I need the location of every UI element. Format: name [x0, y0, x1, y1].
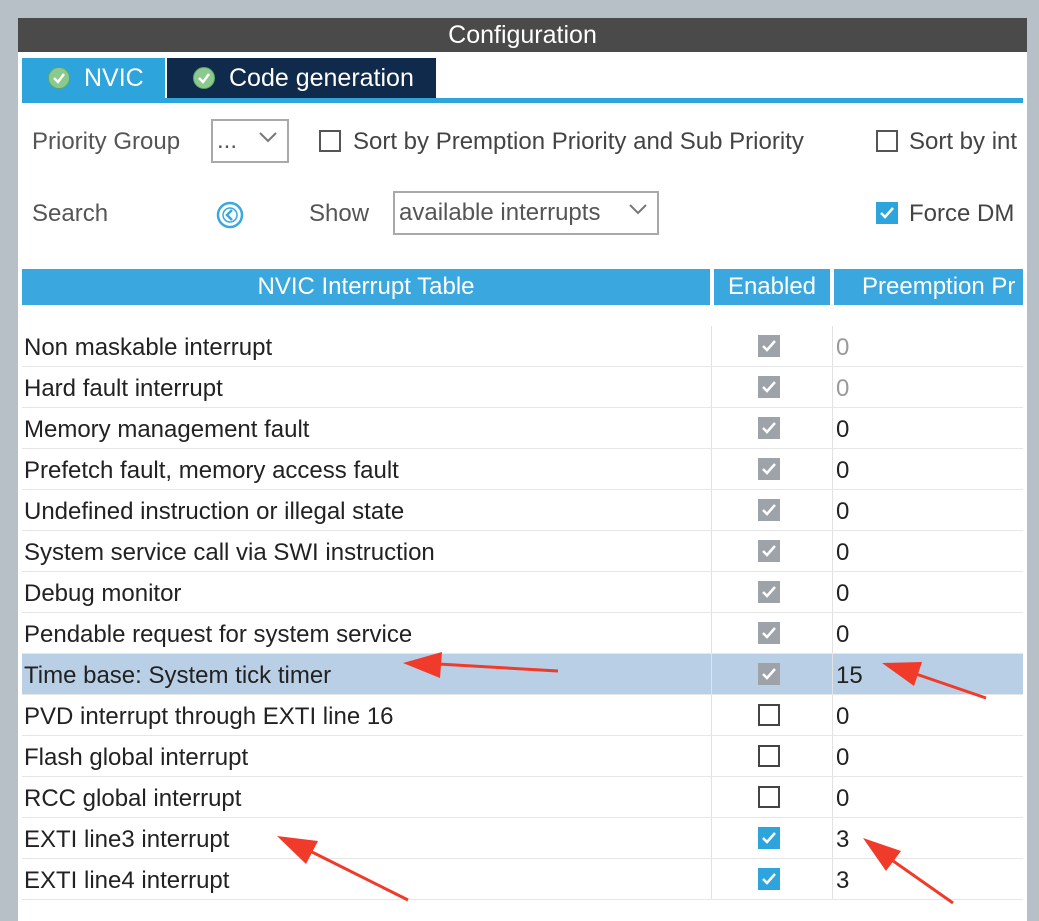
- enabled-checkbox: [758, 622, 780, 644]
- priority-group-label: Priority Group: [32, 128, 181, 155]
- priority-group-dropdown[interactable]: ...: [211, 119, 289, 163]
- interrupt-name: EXTI line3 interrupt: [24, 826, 230, 853]
- enabled-checkbox: [758, 376, 780, 398]
- check-circle-icon: [48, 67, 70, 89]
- preemption-priority-value[interactable]: 0: [836, 457, 849, 485]
- priority-group-value: ...: [217, 127, 238, 154]
- enabled-checkbox[interactable]: [758, 704, 780, 726]
- enabled-checkbox[interactable]: [758, 868, 780, 890]
- sort-premption-checkbox[interactable]: [319, 130, 341, 152]
- table-row[interactable]: Prefetch fault, memory access fault 0: [22, 449, 1023, 490]
- table-row[interactable]: Hard fault interrupt 0: [22, 367, 1023, 408]
- preemption-priority-value[interactable]: 0: [836, 498, 849, 526]
- table-row[interactable]: EXTI line3 interrupt 3: [22, 818, 1023, 859]
- interrupt-name: System service call via SWI instruction: [24, 539, 435, 566]
- enabled-checkbox[interactable]: [758, 786, 780, 808]
- enabled-checkbox[interactable]: [758, 827, 780, 849]
- header-enabled[interactable]: Enabled: [714, 269, 830, 305]
- preemption-priority-value[interactable]: 0: [836, 621, 849, 649]
- show-value: available interrupts: [399, 199, 601, 226]
- search-back-icon[interactable]: [216, 201, 244, 229]
- table-row[interactable]: Undefined instruction or illegal state 0: [22, 490, 1023, 531]
- table-row[interactable]: System service call via SWI instruction 0: [22, 531, 1023, 572]
- enabled-checkbox: [758, 663, 780, 685]
- force-checkbox[interactable]: [876, 202, 898, 224]
- checkmark-icon: [880, 207, 894, 219]
- enabled-checkbox: [758, 417, 780, 439]
- sort-by-int-label: Sort by int: [909, 128, 1018, 155]
- interrupt-name: Non maskable interrupt: [24, 334, 273, 361]
- interrupt-table-body: Non maskable interrupt 0 Hard fault interr…: [22, 326, 1023, 900]
- search-label: Search: [32, 200, 109, 227]
- interrupt-name: RCC global interrupt: [24, 785, 242, 812]
- preemption-priority-value: 0: [836, 334, 850, 361]
- preemption-priority-value[interactable]: 0: [836, 744, 849, 772]
- interrupt-name: Undefined instruction or illegal state: [24, 498, 405, 525]
- checkmark-icon: [762, 545, 776, 557]
- tab-underline: [22, 98, 1023, 103]
- enabled-checkbox: [758, 581, 780, 603]
- show-label: Show: [309, 200, 370, 227]
- table-row[interactable]: RCC global interrupt 0: [22, 777, 1023, 818]
- preemption-priority-value[interactable]: 3: [836, 826, 849, 854]
- chevron-down-icon: [629, 204, 647, 215]
- checkmark-icon: [762, 463, 776, 475]
- enabled-checkbox: [758, 499, 780, 521]
- table-row[interactable]: Pendable request for system service 0: [22, 613, 1023, 654]
- preemption-priority-value: 0: [836, 375, 850, 402]
- interrupt-name: Memory management fault: [24, 416, 310, 443]
- header-preemption-priority[interactable]: Preemption Pr: [834, 269, 1023, 305]
- sort-premption-label: Sort by Premption Priority and Sub Prior…: [353, 128, 804, 155]
- enabled-checkbox: [758, 540, 780, 562]
- header-interrupt-table[interactable]: NVIC Interrupt Table: [22, 269, 710, 305]
- sort-by-int-checkbox[interactable]: [876, 130, 898, 152]
- table-row[interactable]: PVD interrupt through EXTI line 16 0: [22, 695, 1023, 736]
- preemption-priority-value[interactable]: 3: [836, 867, 849, 895]
- checkmark-icon: [762, 586, 776, 598]
- force-label: Force DM: [909, 200, 1015, 227]
- preemption-priority-value[interactable]: 0: [836, 580, 849, 608]
- enabled-checkbox: [758, 335, 780, 357]
- chevron-down-icon: [259, 132, 277, 143]
- interrupt-name: PVD interrupt through EXTI line 16: [24, 703, 394, 730]
- checkmark-icon: [762, 668, 776, 680]
- interrupt-name: Hard fault interrupt: [24, 375, 223, 402]
- interrupt-name: Debug monitor: [24, 580, 182, 607]
- panel-title: Configuration: [18, 18, 1027, 52]
- preemption-priority-value[interactable]: 0: [836, 416, 849, 444]
- tab-code-generation-label: Code generation: [229, 63, 414, 92]
- tab-nvic[interactable]: NVIC: [22, 58, 165, 98]
- check-circle-icon: [193, 67, 215, 89]
- preemption-priority-value[interactable]: 0: [836, 539, 849, 567]
- enabled-checkbox[interactable]: [758, 745, 780, 767]
- interrupt-name: Flash global interrupt: [24, 744, 249, 771]
- checkmark-icon: [762, 340, 776, 352]
- enabled-checkbox: [758, 458, 780, 480]
- interrupt-name: Pendable request for system service: [24, 621, 413, 648]
- tab-nvic-label: NVIC: [84, 63, 144, 92]
- checkmark-icon: [762, 627, 776, 639]
- checkmark-icon: [762, 381, 776, 393]
- table-row[interactable]: Flash global interrupt 0: [22, 736, 1023, 777]
- tab-code-generation[interactable]: Code generation: [167, 58, 436, 98]
- checkmark-icon: [762, 873, 776, 885]
- table-row[interactable]: Debug monitor 0: [22, 572, 1023, 613]
- interrupt-name: Time base: System tick timer: [24, 662, 332, 689]
- checkmark-icon: [762, 832, 776, 844]
- show-dropdown[interactable]: available interrupts: [393, 191, 659, 235]
- table-row[interactable]: EXTI line4 interrupt 3: [22, 859, 1023, 900]
- checkmark-icon: [762, 504, 776, 516]
- interrupt-name: Prefetch fault, memory access fault: [24, 457, 399, 484]
- preemption-priority-value[interactable]: 15: [836, 662, 863, 690]
- configuration-panel: Configuration NVIC Code generation Prior…: [18, 18, 1027, 921]
- interrupt-name: EXTI line4 interrupt: [24, 867, 230, 894]
- preemption-priority-value[interactable]: 0: [836, 703, 849, 731]
- preemption-priority-value[interactable]: 0: [836, 785, 849, 813]
- checkmark-icon: [762, 422, 776, 434]
- table-row[interactable]: Time base: System tick timer 15: [22, 654, 1023, 695]
- table-row[interactable]: Memory management fault 0: [22, 408, 1023, 449]
- table-row[interactable]: Non maskable interrupt 0: [22, 326, 1023, 367]
